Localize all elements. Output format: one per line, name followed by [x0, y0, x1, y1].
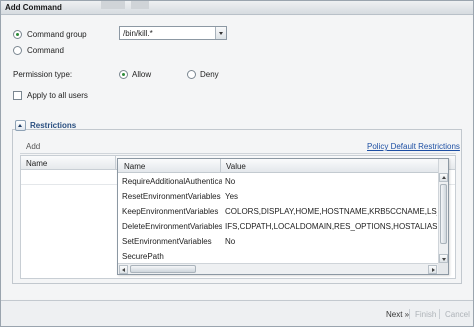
allow-radio[interactable] — [119, 70, 128, 79]
row-name: KeepEnvironmentVariables — [122, 207, 219, 216]
scroll-down-icon[interactable] — [439, 254, 448, 263]
row-name: ResetEnvironmentVariables — [122, 192, 221, 201]
row-value: No — [225, 177, 236, 186]
row-name: RequireAdditionalAuthentica... — [122, 177, 222, 186]
restrictions-title: Restrictions — [30, 121, 77, 130]
vertical-scrollbar[interactable] — [438, 159, 448, 263]
row-value: Yes — [225, 192, 239, 201]
scrollbar-corner — [438, 263, 448, 274]
cancel-button[interactable]: Cancel — [445, 310, 470, 319]
command-group-value: /bin/kill.* — [123, 29, 153, 38]
table-row[interactable]: DeleteEnvironmentVariables IFS,CDPATH,LO… — [118, 219, 438, 234]
table-row[interactable]: SecurePath — [118, 249, 438, 264]
row-name: SecurePath — [122, 252, 164, 261]
toolbar-divider — [20, 153, 456, 154]
command-label: Command — [27, 46, 64, 55]
apply-all-users-checkbox[interactable] — [13, 91, 22, 100]
background-tab — [131, 1, 149, 9]
scroll-up-icon[interactable] — [439, 173, 448, 182]
horizontal-scrollbar[interactable] — [118, 263, 438, 274]
row-name: DeleteEnvironmentVariables — [122, 222, 222, 231]
table-row[interactable]: KeepEnvironmentVariables COLORS,DISPLAY,… — [118, 204, 438, 219]
next-button[interactable]: Next » — [386, 310, 409, 319]
command-radio[interactable] — [13, 46, 22, 55]
column-divider — [115, 156, 116, 170]
table-row[interactable]: SetEnvironmentVariables No — [118, 234, 438, 249]
collapse-icon[interactable] — [15, 120, 26, 131]
dialog-title: Add Command — [5, 3, 62, 12]
table-row[interactable]: RequireAdditionalAuthentica... No — [118, 174, 438, 189]
row-value: IFS,CDPATH,LOCALDOMAIN,RES_OPTIONS,HOSTA… — [225, 222, 437, 231]
dialog-titlebar[interactable]: Add Command — [1, 1, 473, 15]
value-column-header[interactable]: Value — [226, 162, 246, 171]
column-divider — [220, 159, 221, 173]
horizontal-scroll-thumb[interactable] — [130, 265, 196, 273]
table-row[interactable]: ResetEnvironmentVariables Yes — [118, 189, 438, 204]
name-column-header[interactable]: Name — [124, 162, 145, 171]
scroll-left-icon[interactable] — [119, 265, 128, 274]
background-tab — [101, 1, 125, 9]
scroll-right-icon[interactable] — [428, 265, 437, 274]
chevron-down-icon[interactable] — [215, 27, 226, 39]
row-name: SetEnvironmentVariables — [122, 237, 212, 246]
vertical-scroll-thumb[interactable] — [440, 184, 447, 244]
allow-label: Allow — [132, 70, 152, 79]
footer-divider — [409, 309, 410, 319]
restrictions-legend: Restrictions — [15, 120, 76, 132]
add-button[interactable]: Add — [26, 142, 40, 151]
popup-grid-header: Name Value — [118, 159, 438, 173]
deny-radio[interactable] — [187, 70, 196, 79]
footer-divider — [439, 309, 440, 319]
command-group-combobox[interactable]: /bin/kill.* — [119, 26, 227, 40]
row-value: No — [225, 237, 236, 246]
policy-default-restrictions-link[interactable]: Policy Default Restrictions — [367, 142, 460, 151]
command-group-label: Command group — [27, 30, 87, 39]
deny-label: Deny — [200, 70, 219, 79]
command-group-radio[interactable] — [13, 30, 22, 39]
dialog-footer: Next » Finish Cancel — [1, 300, 473, 326]
add-command-dialog: Add Command Command group Command Permis… — [0, 0, 474, 327]
apply-all-users-label: Apply to all users — [27, 91, 88, 100]
row-value: COLORS,DISPLAY,HOME,HOSTNAME,KRB5CCNAME,… — [225, 207, 437, 216]
name-column-header[interactable]: Name — [26, 159, 47, 168]
finish-button[interactable]: Finish — [415, 310, 436, 319]
restriction-values-popup: Name Value RequireAdditionalAuthentica..… — [117, 158, 449, 275]
permission-type-label: Permission type: — [13, 70, 73, 79]
